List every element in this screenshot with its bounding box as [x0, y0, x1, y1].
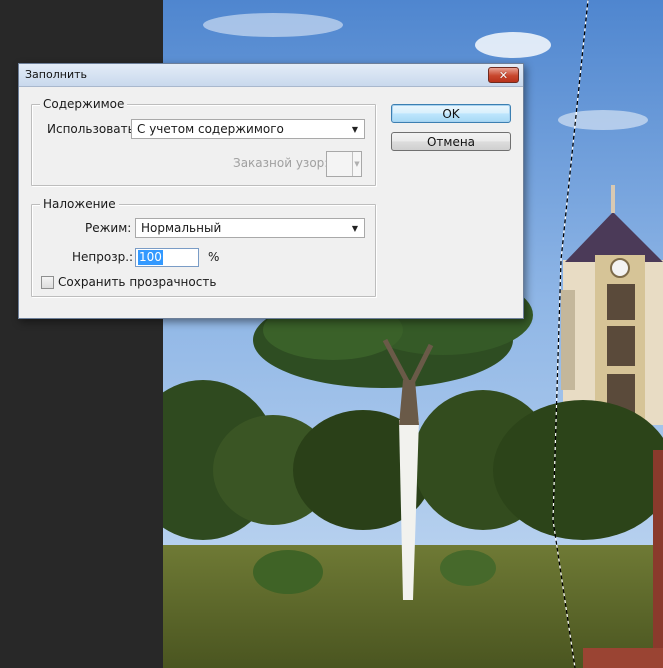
cancel-button[interactable]: Отмена: [391, 132, 511, 151]
use-label: Использовать:: [47, 122, 139, 136]
contents-group: Содержимое: [31, 97, 376, 186]
custom-pattern-picker[interactable]: ▼: [326, 151, 362, 177]
opacity-unit: %: [208, 250, 220, 264]
chevron-down-icon: ▼: [351, 223, 359, 233]
use-select-value: С учетом содержимого: [137, 122, 284, 136]
close-icon: ✕: [498, 68, 509, 82]
pattern-swatch: [327, 152, 353, 176]
contents-group-title: Содержимое: [40, 97, 128, 111]
ok-button[interactable]: OK: [391, 104, 511, 123]
use-select[interactable]: С учетом содержимого ▼: [131, 119, 365, 139]
dialog-title: Заполнить: [25, 68, 87, 81]
mode-label: Режим:: [85, 221, 132, 235]
mode-select-value: Нормальный: [141, 221, 222, 235]
opacity-label: Непрозр.:: [72, 250, 134, 264]
cancel-button-label: Отмена: [426, 134, 476, 149]
blending-group-title: Наложение: [40, 197, 119, 211]
mode-select[interactable]: Нормальный ▼: [135, 218, 365, 238]
fill-dialog: Заполнить ✕ Содержимое Использовать: С у…: [18, 63, 524, 319]
close-button[interactable]: ✕: [488, 67, 519, 83]
dialog-titlebar[interactable]: Заполнить ✕: [19, 64, 523, 87]
opacity-value: 100: [138, 250, 163, 265]
chevron-down-icon: ▼: [351, 124, 359, 134]
chevron-down-icon: ▼: [354, 160, 360, 168]
ok-button-label: OK: [442, 106, 460, 121]
custom-pattern-label: Заказной узор:: [233, 156, 329, 170]
opacity-input[interactable]: 100: [135, 248, 199, 267]
preserve-transparency-checkbox[interactable]: [41, 276, 54, 289]
preserve-transparency-label[interactable]: Сохранить прозрачность: [58, 275, 216, 289]
